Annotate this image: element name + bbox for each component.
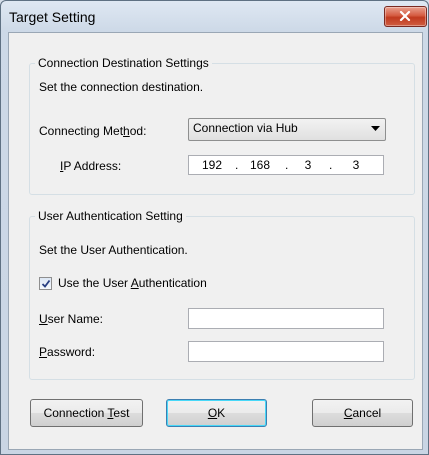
connecting-method-label: Connecting Method: xyxy=(39,124,147,138)
ip-octet-2[interactable]: 168 xyxy=(247,158,273,172)
username-label: User Name: xyxy=(39,312,104,326)
password-input[interactable] xyxy=(188,341,384,362)
close-icon xyxy=(399,11,411,21)
connecting-method-dropdown[interactable]: Connection via Hub xyxy=(188,118,386,141)
ok-button[interactable]: OK xyxy=(166,399,267,427)
ip-octet-3[interactable]: 3 xyxy=(295,158,321,172)
ip-address-field[interactable]: 192 . 168 . 3 . 3 xyxy=(188,155,384,175)
dropdown-arrow-icon xyxy=(371,126,380,131)
ip-octet-1[interactable]: 192 xyxy=(199,158,225,172)
auth-instruction: Set the User Authentication. xyxy=(39,243,188,257)
use-auth-checkbox[interactable] xyxy=(39,277,52,290)
connection-settings-group: Connection Destination Settings Set the … xyxy=(29,56,415,195)
target-setting-dialog: Target Setting Connection Destination Se… xyxy=(0,0,429,455)
ip-separator: . xyxy=(285,158,289,172)
ip-octet-4[interactable]: 3 xyxy=(343,158,369,172)
title-bar[interactable]: Target Setting xyxy=(1,1,428,32)
password-label: Password: xyxy=(39,345,96,359)
ip-separator: . xyxy=(235,158,239,172)
user-auth-legend: User Authentication Setting xyxy=(35,209,186,223)
use-auth-checkbox-label[interactable]: Use the User Authentication xyxy=(58,276,207,290)
dialog-client-area: Connection Destination Settings Set the … xyxy=(8,32,423,450)
user-auth-group: User Authentication Setting Set the User… xyxy=(29,209,415,380)
ip-address-label: IP Address: xyxy=(60,159,122,173)
checkmark-icon xyxy=(41,279,51,288)
close-button[interactable] xyxy=(384,6,427,27)
connection-instruction: Set the connection destination. xyxy=(39,80,204,94)
connecting-method-value: Connection via Hub xyxy=(193,121,298,135)
ip-separator: . xyxy=(329,158,333,172)
username-input[interactable] xyxy=(188,308,384,329)
window-title: Target Setting xyxy=(9,9,96,25)
cancel-button[interactable]: Cancel xyxy=(312,399,413,427)
connection-test-button[interactable]: Connection Test xyxy=(30,399,143,427)
connection-settings-legend: Connection Destination Settings xyxy=(35,56,212,70)
